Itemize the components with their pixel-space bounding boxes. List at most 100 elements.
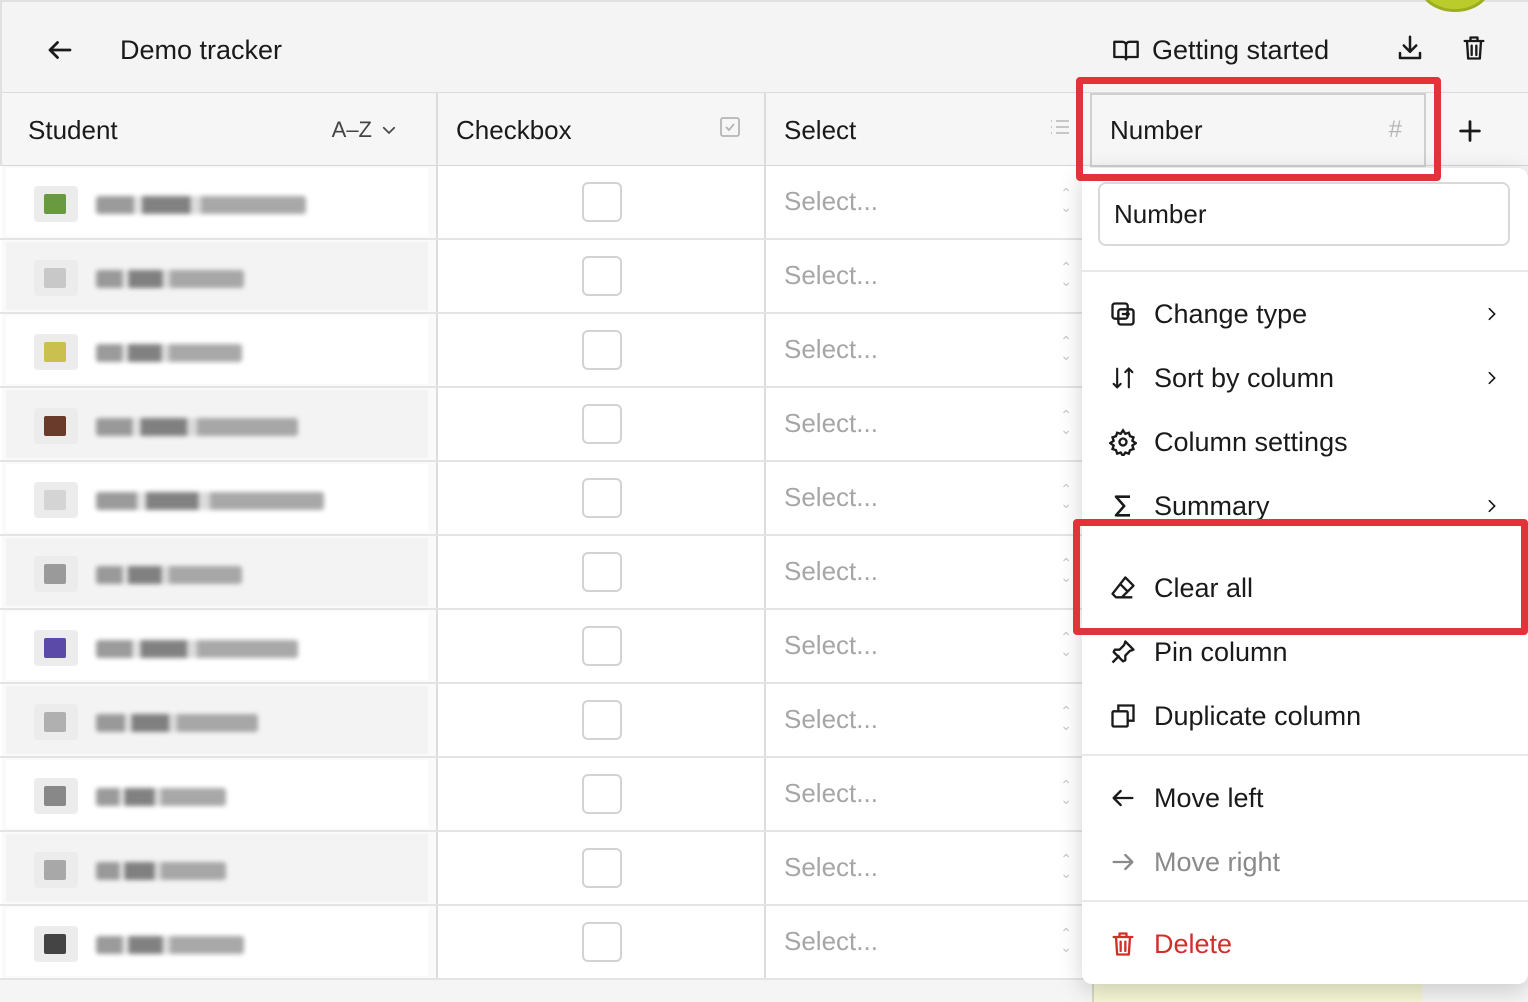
- student-cell-inner: [6, 760, 428, 828]
- student-cell-inner: [6, 686, 428, 754]
- trash-icon: [1463, 36, 1485, 60]
- row-checkbox[interactable]: [582, 848, 622, 888]
- row-checkbox[interactable]: [582, 626, 622, 666]
- select-cell[interactable]: Select... ⌃ ⌄: [766, 832, 1082, 904]
- column-header-select[interactable]: Select: [766, 93, 1082, 167]
- hash-type-icon: #: [1388, 116, 1402, 143]
- student-cell[interactable]: [2, 610, 438, 682]
- divider: [1082, 270, 1528, 272]
- student-name-redacted: [96, 714, 258, 732]
- select-cell[interactable]: Select... ⌃ ⌄: [766, 906, 1082, 978]
- student-cell-inner: [6, 612, 428, 680]
- table-row: Select... ⌃ ⌄: [0, 536, 1090, 610]
- table-row: Select... ⌃ ⌄: [0, 906, 1090, 980]
- select-updown-icon: ⌃ ⌄: [1060, 555, 1072, 585]
- student-cell[interactable]: [2, 684, 438, 756]
- select-cell[interactable]: Select... ⌃ ⌄: [766, 166, 1082, 238]
- select-updown-icon: ⌃ ⌄: [1060, 851, 1072, 881]
- column-menu: Change type Sort by column Column settings…: [1082, 168, 1528, 984]
- select-updown-icon: ⌃ ⌄: [1060, 259, 1072, 289]
- menu-item-label: Column settings: [1154, 426, 1348, 457]
- row-checkbox[interactable]: [582, 330, 622, 370]
- select-updown-icon: ⌃ ⌄: [1060, 925, 1072, 955]
- column-header-checkbox[interactable]: Checkbox: [438, 93, 766, 167]
- divider: [1082, 754, 1528, 756]
- row-checkbox[interactable]: [582, 256, 622, 296]
- student-cell[interactable]: [2, 166, 438, 238]
- delete-tracker-button[interactable]: [1456, 30, 1492, 66]
- table-row: Select... ⌃ ⌄: [0, 684, 1090, 758]
- row-checkbox[interactable]: [582, 478, 622, 518]
- row-checkbox[interactable]: [582, 700, 622, 740]
- select-cell[interactable]: Select... ⌃ ⌄: [766, 610, 1082, 682]
- select-placeholder: Select...: [784, 778, 878, 808]
- select-cell[interactable]: Select... ⌃ ⌄: [766, 536, 1082, 608]
- top-bar: Demo tracker Getting started: [0, 0, 1528, 92]
- row-checkbox[interactable]: [582, 404, 622, 444]
- eraser-icon: [1108, 573, 1138, 603]
- row-checkbox[interactable]: [582, 922, 622, 962]
- student-cell[interactable]: [2, 240, 438, 312]
- select-cell[interactable]: Select... ⌃ ⌄: [766, 240, 1082, 312]
- row-checkbox[interactable]: [582, 182, 622, 222]
- chevron-down-icon: [382, 126, 396, 135]
- download-button[interactable]: [1392, 30, 1428, 66]
- select-placeholder: Select...: [784, 852, 878, 882]
- gear-icon: [1108, 427, 1138, 457]
- row-checkbox[interactable]: [582, 552, 622, 592]
- menu-item-change-type[interactable]: Change type: [1082, 286, 1528, 342]
- menu-item-clear-all[interactable]: Clear all: [1082, 560, 1528, 616]
- checkbox-cell: [438, 314, 766, 386]
- menu-item-column-settings[interactable]: Column settings: [1082, 414, 1528, 470]
- menu-item-delete[interactable]: Delete: [1082, 916, 1528, 972]
- select-updown-icon: ⌃ ⌄: [1060, 703, 1072, 733]
- menu-item-move-left[interactable]: Move left: [1082, 770, 1528, 826]
- user-avatar[interactable]: [1420, 0, 1490, 12]
- student-cell[interactable]: [2, 388, 438, 460]
- row-checkbox[interactable]: [582, 774, 622, 814]
- student-cell[interactable]: [2, 758, 438, 830]
- student-cell[interactable]: [2, 462, 438, 534]
- select-cell[interactable]: Select... ⌃ ⌄: [766, 462, 1082, 534]
- checkbox-cell: [438, 684, 766, 756]
- select-cell[interactable]: Select... ⌃ ⌄: [766, 314, 1082, 386]
- column-header-number[interactable]: Number #: [1090, 93, 1426, 167]
- add-column-button[interactable]: [1452, 113, 1488, 149]
- student-cell-inner: [6, 834, 428, 902]
- list-type-icon: [1048, 115, 1072, 146]
- student-cell[interactable]: [2, 536, 438, 608]
- student-cell[interactable]: [2, 832, 438, 904]
- select-cell[interactable]: Select... ⌃ ⌄: [766, 758, 1082, 830]
- menu-item-sort-by-column[interactable]: Sort by column: [1082, 350, 1528, 406]
- menu-item-summary[interactable]: Summary: [1082, 478, 1528, 534]
- menu-item-move-right[interactable]: Move right: [1082, 834, 1528, 890]
- checkbox-cell: [438, 388, 766, 460]
- menu-item-label: Move right: [1154, 846, 1281, 877]
- menu-item-label: Change type: [1154, 298, 1308, 329]
- getting-started-link[interactable]: Getting started: [1112, 32, 1329, 68]
- menu-item-pin-column[interactable]: Pin column: [1082, 624, 1528, 680]
- table-row: Select... ⌃ ⌄: [0, 240, 1090, 314]
- student-cell-inner: [6, 316, 428, 384]
- column-label: Student: [28, 114, 118, 145]
- back-button[interactable]: [42, 32, 78, 68]
- select-cell[interactable]: Select... ⌃ ⌄: [766, 684, 1082, 756]
- student-cell[interactable]: [2, 906, 438, 978]
- student-name-redacted: [96, 862, 226, 880]
- menu-item-duplicate-column[interactable]: Duplicate column: [1082, 688, 1528, 744]
- student-cell-inner: [6, 464, 428, 532]
- table-row: Select... ⌃ ⌄: [0, 388, 1090, 462]
- menu-item-label: Clear all: [1154, 572, 1254, 603]
- sort-toggle[interactable]: A–Z: [332, 117, 398, 143]
- column-header-student[interactable]: Student A–Z: [0, 93, 438, 167]
- table-row: Select... ⌃ ⌄: [0, 758, 1090, 832]
- select-updown-icon: ⌃ ⌄: [1060, 185, 1072, 215]
- table-header: Student A–Z Checkbox Select Number #: [0, 92, 1528, 167]
- student-cell-inner: [6, 242, 428, 310]
- select-cell[interactable]: Select... ⌃ ⌄: [766, 388, 1082, 460]
- column-name-input[interactable]: [1098, 182, 1510, 246]
- table-row: Select... ⌃ ⌄: [0, 314, 1090, 388]
- select-placeholder: Select...: [784, 408, 878, 438]
- student-cell[interactable]: [2, 314, 438, 386]
- student-name-redacted: [96, 788, 226, 806]
